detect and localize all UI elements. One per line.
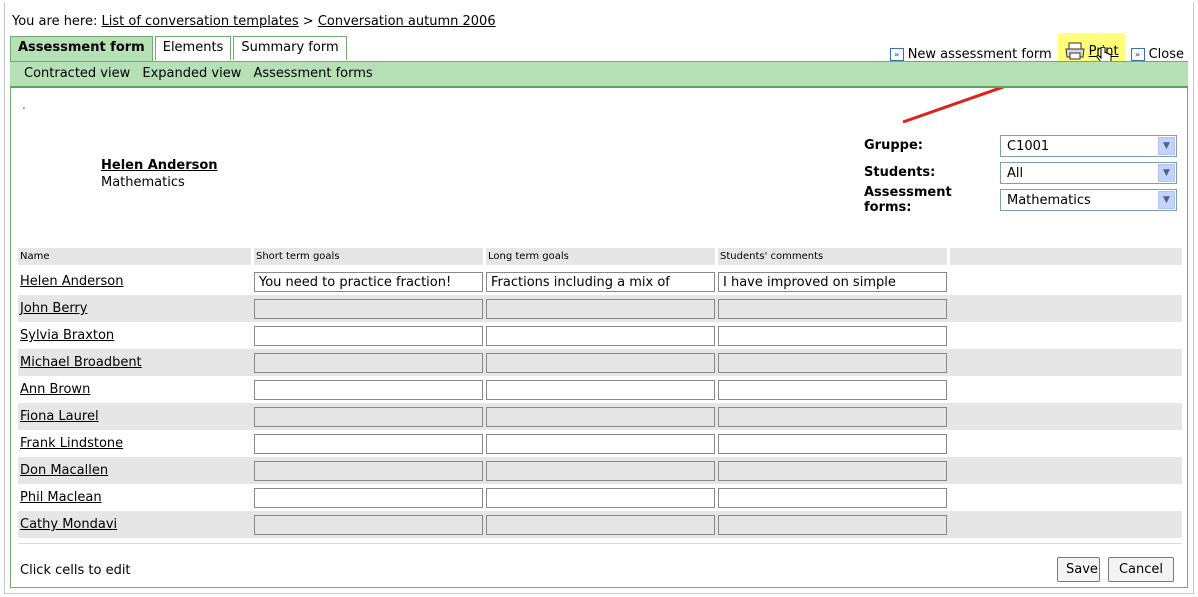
student-name-link[interactable]: Fiona Laurel (20, 409, 99, 424)
breadcrumb-link-conversation[interactable]: Conversation autumn 2006 (318, 14, 496, 29)
long-term-goal-cell[interactable] (486, 514, 715, 535)
chevron-down-icon[interactable]: ▼ (1158, 163, 1175, 182)
table-row: Fiona Laurel (18, 403, 1182, 430)
students-comment-cell[interactable] (718, 325, 947, 346)
breadcrumb-prefix: You are here: (12, 14, 98, 29)
short-term-goal-cell[interactable] (254, 352, 483, 373)
header-long-term-goals: Long term goals (486, 248, 715, 265)
assessment-forms-select-value: Mathematics (1007, 192, 1091, 208)
assessment-forms-label: Assessment forms: (864, 184, 952, 215)
person-name[interactable]: Helen Anderson (101, 157, 218, 174)
students-comment-cell[interactable] (718, 379, 947, 400)
save-button[interactable]: Save (1057, 557, 1100, 582)
long-term-goal-cell[interactable] (486, 325, 715, 346)
assessment-forms-select[interactable]: Mathematics ▼ (1000, 188, 1177, 211)
short-term-goal-cell[interactable] (254, 298, 483, 319)
filter-panel: Gruppe: C1001 ▼ Students: All ▼ Assessme… (864, 132, 1177, 215)
long-term-goal-cell[interactable] (486, 298, 715, 319)
students-comment-cell[interactable] (718, 460, 947, 481)
student-name-link[interactable]: Cathy Mondavi (20, 517, 117, 532)
student-name-link[interactable]: Frank Lindstone (20, 436, 123, 451)
short-term-goal-cell[interactable]: You need to practice fraction! (254, 271, 483, 292)
header-short-term-goals: Short term goals (254, 248, 483, 265)
student-name-link[interactable]: Sylvia Braxton (20, 328, 114, 343)
group-select-value: C1001 (1007, 138, 1050, 154)
table-header: Name Short term goals Long term goals St… (18, 248, 1182, 265)
group-select[interactable]: C1001 ▼ (1000, 134, 1177, 157)
long-term-goal-cell[interactable] (486, 487, 715, 508)
students-label: Students: (864, 165, 936, 180)
person-header: Helen Anderson Mathematics (101, 157, 218, 191)
table-row: Frank Lindstone (18, 430, 1182, 457)
students-comment-cell[interactable] (718, 352, 947, 373)
person-subject: Mathematics (101, 175, 185, 190)
long-term-goal-cell[interactable] (486, 433, 715, 454)
students-comment-cell[interactable] (718, 514, 947, 535)
table-row: Michael Broadbent (18, 349, 1182, 376)
tab-elements[interactable]: Elements (154, 36, 232, 60)
student-name-link[interactable]: Helen Anderson (20, 274, 123, 289)
short-term-goal-cell[interactable] (254, 487, 483, 508)
student-name-link[interactable]: Michael Broadbent (20, 355, 142, 370)
student-name-link[interactable]: Phil Maclean (20, 490, 102, 505)
tab-assessment-form[interactable]: Assessment form (10, 36, 153, 61)
footer-divider (18, 543, 1182, 544)
header-name: Name (18, 248, 251, 265)
table-row: Helen Anderson You need to practice frac… (18, 268, 1182, 295)
table-row: Ann Brown (18, 376, 1182, 403)
student-name-link[interactable]: Don Macallen (20, 463, 108, 478)
chevron-down-icon[interactable]: ▼ (1158, 190, 1175, 209)
edit-hint: Click cells to edit (20, 563, 131, 578)
double-arrow-icon: » (1130, 47, 1145, 61)
breadcrumb-separator: > (302, 14, 314, 29)
header-students-comments: Students' comments (718, 248, 947, 265)
short-term-goal-cell[interactable] (254, 433, 483, 454)
students-comment-cell[interactable] (718, 298, 947, 319)
close-button[interactable]: » Close (1130, 46, 1184, 62)
group-label: Gruppe: (864, 138, 923, 153)
student-name-link[interactable]: Ann Brown (20, 382, 90, 397)
breadcrumb-link-templates[interactable]: List of conversation templates (102, 14, 299, 29)
table-row: John Berry (18, 295, 1182, 322)
long-term-goal-cell[interactable] (486, 460, 715, 481)
students-comment-cell[interactable]: I have improved on simple (718, 271, 947, 292)
students-select[interactable]: All ▼ (1000, 161, 1177, 184)
printer-icon (1065, 42, 1085, 60)
students-select-value: All (1007, 165, 1024, 181)
student-name-link[interactable]: John Berry (20, 301, 87, 316)
marker-dot: . (22, 98, 26, 112)
subnav-contracted-view[interactable]: Contracted view (24, 66, 130, 81)
table-row: Don Macallen (18, 457, 1182, 484)
students-comment-cell[interactable] (718, 487, 947, 508)
sub-navigation: Contracted view Expanded view Assessment… (10, 61, 1188, 88)
chevron-down-icon[interactable]: ▼ (1158, 136, 1175, 155)
assessment-table: Helen Anderson You need to practice frac… (18, 268, 1182, 538)
close-label: Close (1148, 46, 1184, 62)
table-row: Cathy Mondavi (18, 511, 1182, 538)
tab-summary-form[interactable]: Summary form (233, 36, 347, 60)
students-comment-cell[interactable] (718, 433, 947, 454)
short-term-goal-cell[interactable] (254, 379, 483, 400)
short-term-goal-cell[interactable] (254, 514, 483, 535)
table-row: Sylvia Braxton (18, 322, 1182, 349)
students-comment-cell[interactable] (718, 406, 947, 427)
cancel-button[interactable]: Cancel (1108, 557, 1174, 582)
breadcrumb: You are here: List of conversation templ… (12, 14, 496, 29)
header-blank (950, 248, 1182, 265)
subnav-expanded-view[interactable]: Expanded view (142, 66, 241, 81)
short-term-goal-cell[interactable] (254, 406, 483, 427)
short-term-goal-cell[interactable] (254, 460, 483, 481)
tab-bar: Assessment form Elements Summary form (10, 36, 349, 61)
long-term-goal-cell[interactable] (486, 379, 715, 400)
table-row: Phil Maclean (18, 484, 1182, 511)
long-term-goal-cell[interactable] (486, 352, 715, 373)
long-term-goal-cell[interactable] (486, 406, 715, 427)
long-term-goal-cell[interactable]: Fractions including a mix of (486, 271, 715, 292)
subnav-assessment-forms[interactable]: Assessment forms (253, 66, 372, 81)
short-term-goal-cell[interactable] (254, 325, 483, 346)
